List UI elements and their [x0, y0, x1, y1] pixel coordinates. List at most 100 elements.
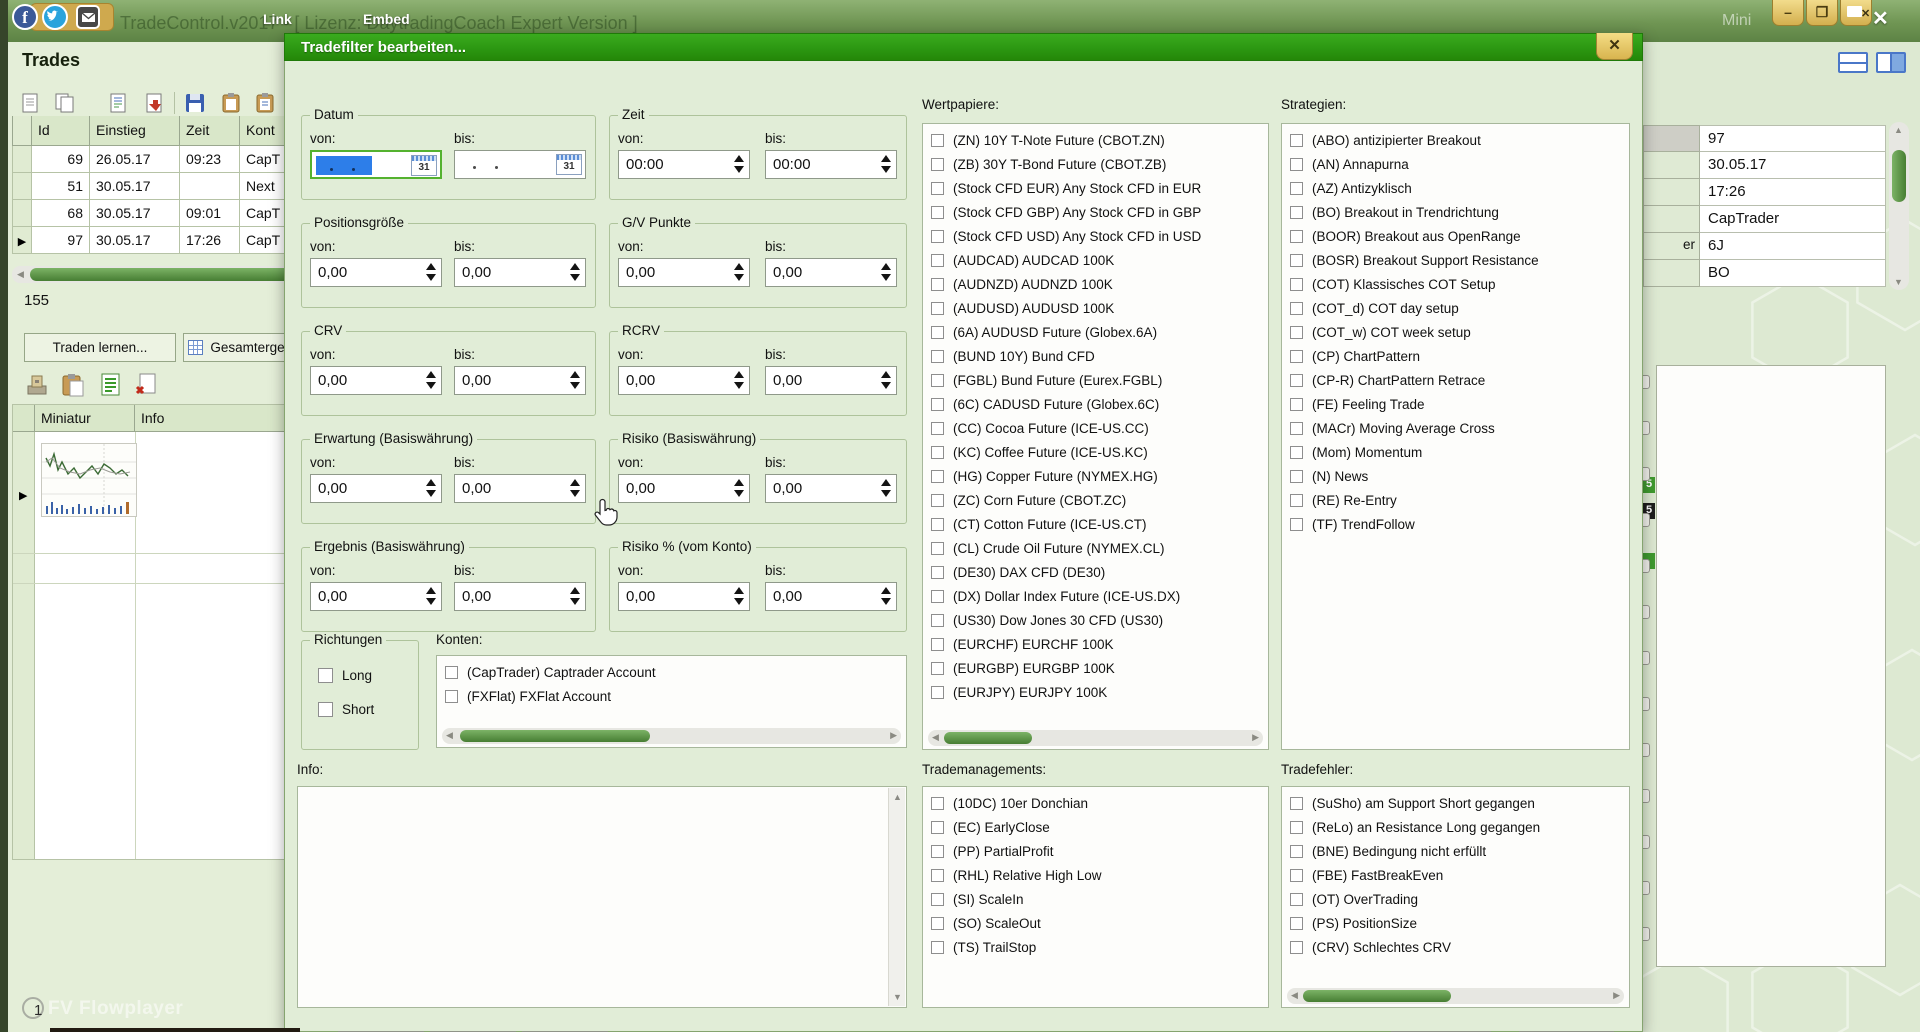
checkbox[interactable] [931, 494, 944, 507]
spinner-buttons[interactable] [881, 155, 891, 173]
checkbox[interactable] [931, 821, 944, 834]
checkbox[interactable] [1290, 422, 1303, 435]
wertpapier-item[interactable]: (FGBL) Bund Future (Eurex.FGBL) [923, 368, 1268, 392]
spinner-buttons[interactable] [734, 263, 744, 281]
wertpapier-item[interactable]: (6C) CADUSD Future (Globex.6C) [923, 392, 1268, 416]
tab-gesamtergebnis[interactable]: Gesamterge [183, 333, 290, 362]
wertpapier-item[interactable]: (6A) AUDUSD Future (Globex.6A) [923, 320, 1268, 344]
wertpapier-item[interactable]: (US30) Dow Jones 30 CFD (US30) [923, 608, 1268, 632]
checkbox[interactable] [1290, 941, 1303, 954]
wertpapier-item[interactable]: (EURCHF) EURCHF 100K [923, 632, 1268, 656]
strategie-item[interactable]: (BOOR) Breakout aus OpenRange [1282, 224, 1629, 248]
checkbox[interactable] [931, 374, 944, 387]
strategie-item[interactable]: (COT) Klassisches COT Setup [1282, 272, 1629, 296]
wertpapier-item[interactable]: (AUDUSD) AUDUSD 100K [923, 296, 1268, 320]
spinner-buttons[interactable] [426, 263, 436, 281]
dialog-titlebar[interactable]: Tradefilter bearbeiten... [284, 33, 1643, 61]
export-icon[interactable] [144, 92, 166, 114]
checkbox[interactable] [1290, 518, 1303, 531]
checkbox[interactable] [1290, 230, 1303, 243]
checkbox[interactable] [1290, 845, 1303, 858]
detail-broker-value[interactable]: CapTrader [1700, 206, 1886, 233]
link-button[interactable]: Link [263, 11, 292, 27]
checkbox[interactable] [931, 869, 944, 882]
table-row-selected[interactable]: ▶ 97 30.05.17 17:26 CapT [12, 227, 290, 254]
tradefehler-item[interactable]: (SuSho) am Support Short gegangen [1282, 791, 1629, 815]
checkbox[interactable] [931, 542, 944, 555]
detail-vscrollbar[interactable]: ▲ ▼ [1889, 122, 1909, 290]
erwartung-von-input[interactable]: 0,00 [310, 474, 442, 503]
spinner-buttons[interactable] [570, 479, 580, 497]
checkbox[interactable] [1290, 302, 1303, 315]
wertpapier-item[interactable]: (EURJPY) EURJPY 100K [923, 680, 1268, 704]
crv-von-input[interactable]: 0,00 [310, 366, 442, 395]
twitter-icon[interactable] [42, 4, 68, 30]
checkbox[interactable] [1290, 326, 1303, 339]
trademanagement-item[interactable]: (EC) EarlyClose [923, 815, 1268, 839]
strategie-item[interactable]: (TF) TrendFollow [1282, 512, 1629, 536]
strategie-item[interactable]: (ABO) antizipierter Breakout [1282, 128, 1629, 152]
paste-icon[interactable] [60, 372, 86, 398]
delete-document-icon[interactable] [134, 372, 160, 398]
facebook-icon[interactable]: f [12, 4, 38, 30]
spinner-buttons[interactable] [426, 479, 436, 497]
col-zeit[interactable]: Zeit [180, 116, 240, 146]
scroll-left-icon[interactable]: ◀ [446, 730, 453, 741]
strategie-item[interactable]: (BOSR) Breakout Support Resistance [1282, 248, 1629, 272]
clipboard-icon[interactable] [220, 92, 242, 114]
col-konto[interactable]: Kont [240, 116, 290, 146]
detail-time-value[interactable]: 17:26 [1700, 179, 1886, 206]
checkbox[interactable] [931, 566, 944, 579]
checkbox[interactable] [931, 302, 944, 315]
erwartung-bis-input[interactable]: 0,00 [454, 474, 586, 503]
gv-bis-input[interactable]: 0,00 [765, 258, 897, 287]
strategie-item[interactable]: (N) News [1282, 464, 1629, 488]
checkbox[interactable] [1290, 470, 1303, 483]
detail-id-value[interactable]: 97 [1700, 125, 1886, 152]
checkbox[interactable] [931, 350, 944, 363]
checkbox[interactable] [318, 668, 333, 683]
wertpapier-item[interactable]: (BUND 10Y) Bund CFD [923, 344, 1268, 368]
trademanagement-item[interactable]: (PP) PartialProfit [923, 839, 1268, 863]
checkbox[interactable] [1290, 869, 1303, 882]
checkbox[interactable] [931, 134, 944, 147]
wertpapier-item[interactable]: (DE30) DAX CFD (DE30) [923, 560, 1268, 584]
tradefehler-item[interactable]: (OT) OverTrading [1282, 887, 1629, 911]
konto-item[interactable]: (FXFlat) FXFlat Account [437, 684, 906, 708]
scroll-down-icon[interactable]: ▼ [893, 992, 902, 1002]
spinner-buttons[interactable] [881, 371, 891, 389]
wertpapier-item[interactable]: (ZN) 10Y T-Note Future (CBOT.ZN) [923, 128, 1268, 152]
checkbox[interactable] [931, 206, 944, 219]
checkbox[interactable] [1290, 206, 1303, 219]
strategie-item[interactable]: (CP) ChartPattern [1282, 344, 1629, 368]
checkbox[interactable] [318, 702, 333, 717]
checkbox[interactable] [931, 797, 944, 810]
wertpapier-item[interactable]: (ZB) 30Y T-Bond Future (CBOT.ZB) [923, 152, 1268, 176]
spinner-buttons[interactable] [570, 371, 580, 389]
spinner-buttons[interactable] [570, 263, 580, 281]
rcrv-von-input[interactable]: 0,00 [618, 366, 750, 395]
checkbox[interactable] [1290, 182, 1303, 195]
checkbox[interactable] [931, 230, 944, 243]
calendar-icon[interactable]: 31 [556, 154, 582, 175]
strategie-item[interactable]: (AZ) Antizyklisch [1282, 176, 1629, 200]
checkbox[interactable] [1290, 134, 1303, 147]
tradefehler-item[interactable]: (FBE) FastBreakEven [1282, 863, 1629, 887]
strategie-item[interactable]: (RE) Re-Entry [1282, 488, 1629, 512]
strategie-item[interactable]: (AN) Annapurna [1282, 152, 1629, 176]
cast-close-button[interactable]: ✕ [1840, 0, 1872, 26]
detail-date-value[interactable]: 30.05.17 [1700, 152, 1886, 179]
checkbox[interactable] [931, 845, 944, 858]
wertpapier-item[interactable]: (Stock CFD GBP) Any Stock CFD in GBP [923, 200, 1268, 224]
risiko-prozent-von-input[interactable]: 0,00 [618, 582, 750, 611]
ergebnis-von-input[interactable]: 0,00 [310, 582, 442, 611]
scrollbar-thumb[interactable] [944, 732, 1032, 744]
wertpapier-item[interactable]: (EURGBP) EURGBP 100K [923, 656, 1268, 680]
email-icon[interactable] [76, 5, 100, 29]
col-einstieg[interactable]: Einstieg [90, 116, 180, 146]
gv-von-input[interactable]: 0,00 [618, 258, 750, 287]
risiko-prozent-bis-input[interactable]: 0,00 [765, 582, 897, 611]
checkbox[interactable] [1290, 917, 1303, 930]
trademanagement-item[interactable]: (SI) ScaleIn [923, 887, 1268, 911]
risiko-von-input[interactable]: 0,00 [618, 474, 750, 503]
